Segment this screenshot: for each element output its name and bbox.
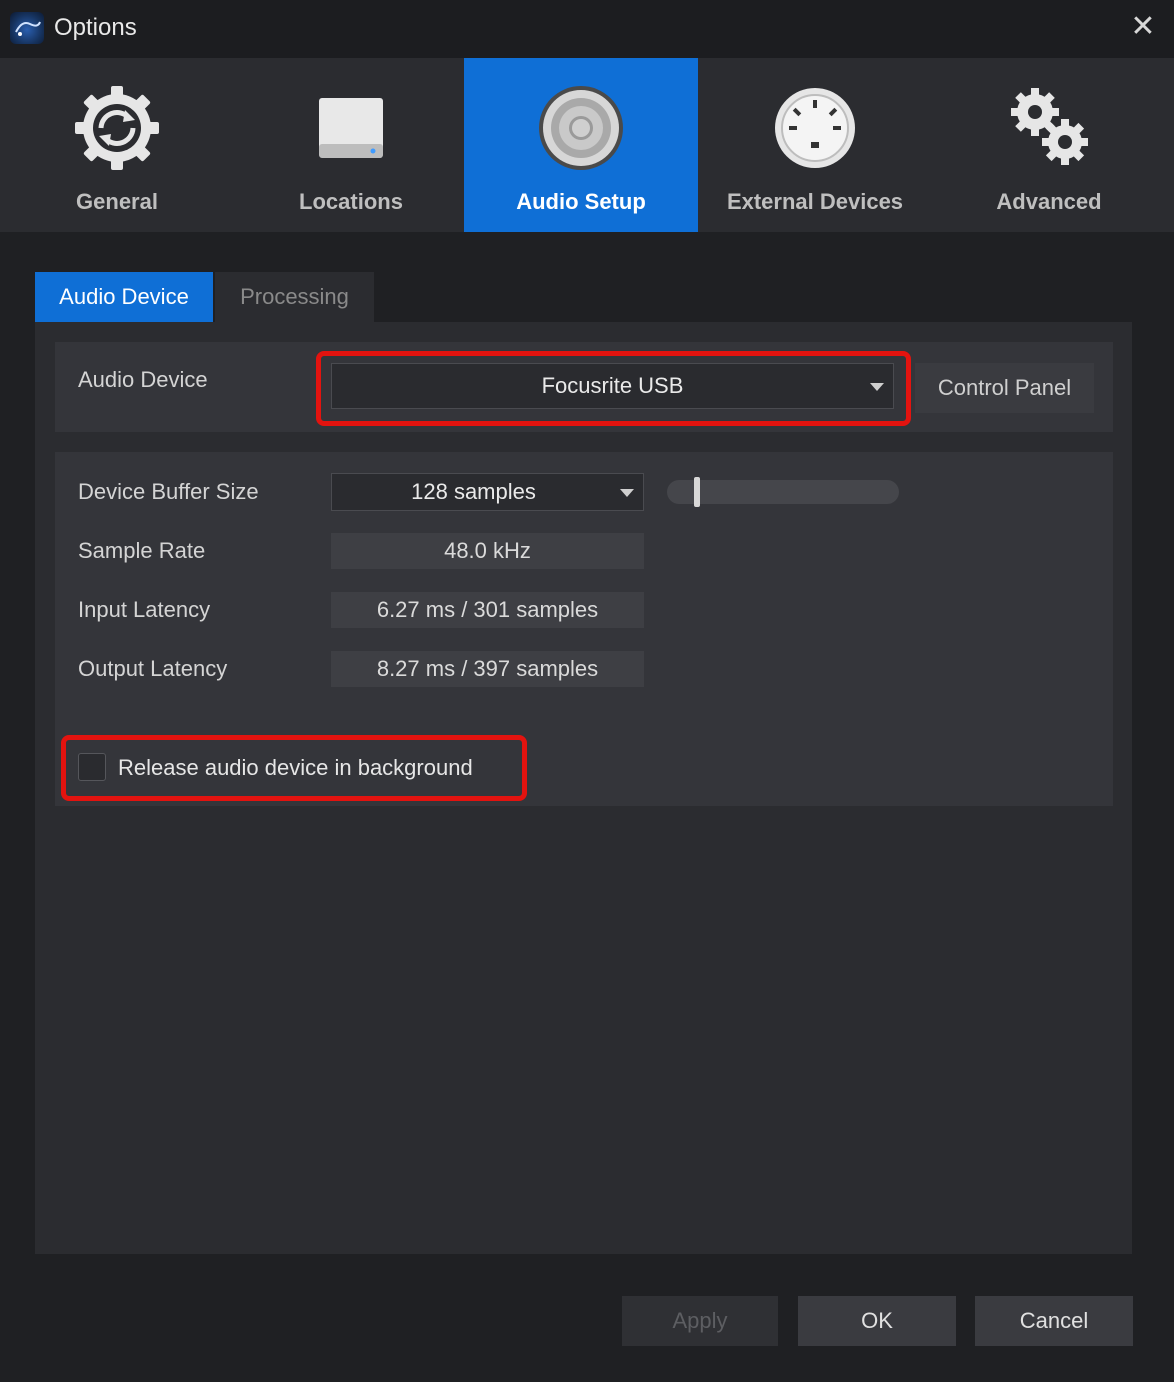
chevron-down-icon	[870, 383, 884, 391]
sample-rate-label: Sample Rate	[78, 538, 206, 563]
output-latency-value: 8.27 ms / 397 samples	[331, 651, 644, 687]
speaker-icon	[464, 82, 698, 174]
buffer-size-dropdown[interactable]: 128 samples	[331, 473, 644, 511]
audio-device-dropdown[interactable]: Focusrite USB	[331, 363, 894, 409]
category-label: Locations	[299, 189, 403, 214]
tab-processing[interactable]: Processing	[215, 272, 374, 322]
audio-device-value: Focusrite USB	[541, 373, 684, 398]
cancel-button[interactable]: Cancel	[975, 1296, 1133, 1346]
buffer-size-label: Device Buffer Size	[78, 479, 259, 504]
control-panel-button[interactable]: Control Panel	[915, 363, 1094, 413]
gears-icon	[932, 82, 1166, 174]
buffer-size-slider[interactable]	[667, 477, 899, 507]
category-external-devices[interactable]: External Devices	[698, 58, 932, 232]
sample-rate-value: 48.0 kHz	[331, 533, 644, 569]
category-label: Audio Setup	[516, 189, 646, 214]
category-toolbar: General Locations Audio Setup External D…	[0, 58, 1174, 232]
buffer-size-value: 128 samples	[411, 479, 536, 504]
close-icon[interactable]: ✕	[1126, 10, 1160, 44]
release-checkbox[interactable]	[78, 753, 106, 781]
app-icon	[10, 12, 44, 44]
window-title: Options	[54, 14, 137, 41]
audio-device-label: Audio Device	[78, 367, 208, 392]
category-label: External Devices	[726, 189, 904, 214]
chevron-down-icon	[620, 489, 634, 497]
title-bar: Options ✕	[0, 0, 1174, 58]
drive-icon	[234, 82, 468, 174]
category-advanced[interactable]: Advanced	[932, 58, 1166, 232]
category-locations[interactable]: Locations	[234, 58, 468, 232]
input-latency-label: Input Latency	[78, 597, 211, 622]
apply-button[interactable]: Apply	[622, 1296, 778, 1346]
category-label: General	[76, 189, 158, 214]
category-general[interactable]: General	[0, 58, 234, 232]
midi-port-icon	[698, 82, 932, 174]
slider-thumb[interactable]	[694, 477, 700, 507]
tab-audio-device[interactable]: Audio Device	[35, 272, 213, 322]
gear-sync-icon	[0, 82, 234, 174]
category-label: Advanced	[996, 189, 1102, 214]
ok-button[interactable]: OK	[798, 1296, 956, 1346]
output-latency-label: Output Latency	[78, 656, 228, 681]
input-latency-value: 6.27 ms / 301 samples	[331, 592, 644, 628]
category-audio-setup[interactable]: Audio Setup	[464, 58, 698, 232]
release-checkbox-label[interactable]: Release audio device in background	[118, 755, 473, 781]
